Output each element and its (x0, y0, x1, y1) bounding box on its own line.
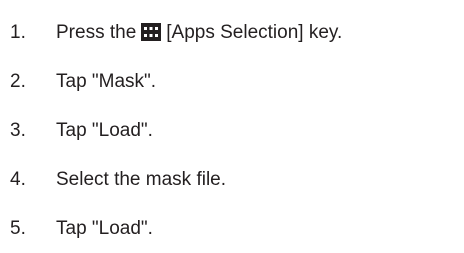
step-text: Tap "Load". (56, 120, 153, 141)
step-text: Tap "Mask". (56, 71, 157, 92)
step-text-after-icon: [Apps Selection] key. (166, 22, 343, 43)
apps-selection-key-icon (141, 23, 162, 41)
step-4: 4. Select the mask file. (10, 165, 226, 195)
step-number: 2. (10, 71, 26, 92)
procedure-steps-list: 1. Press the [Apps Selection] key. 2. Ta… (0, 0, 464, 253)
step-text: Press the [Apps Selection] key. (56, 22, 342, 44)
step-text-before-icon: Press the (56, 22, 137, 43)
step-3: 3. Tap "Load". (10, 116, 153, 146)
step-number: 5. (10, 218, 26, 239)
step-text: Tap "Load". (56, 218, 153, 239)
step-text: Select the mask file. (56, 169, 227, 190)
step-number: 4. (10, 169, 26, 190)
step-number: 3. (10, 120, 26, 141)
step-1: 1. Press the [Apps Selection] key. (10, 18, 342, 48)
step-2: 2. Tap "Mask". (10, 67, 156, 97)
step-number: 1. (10, 22, 26, 43)
step-5: 5. Tap "Load". (10, 214, 153, 244)
